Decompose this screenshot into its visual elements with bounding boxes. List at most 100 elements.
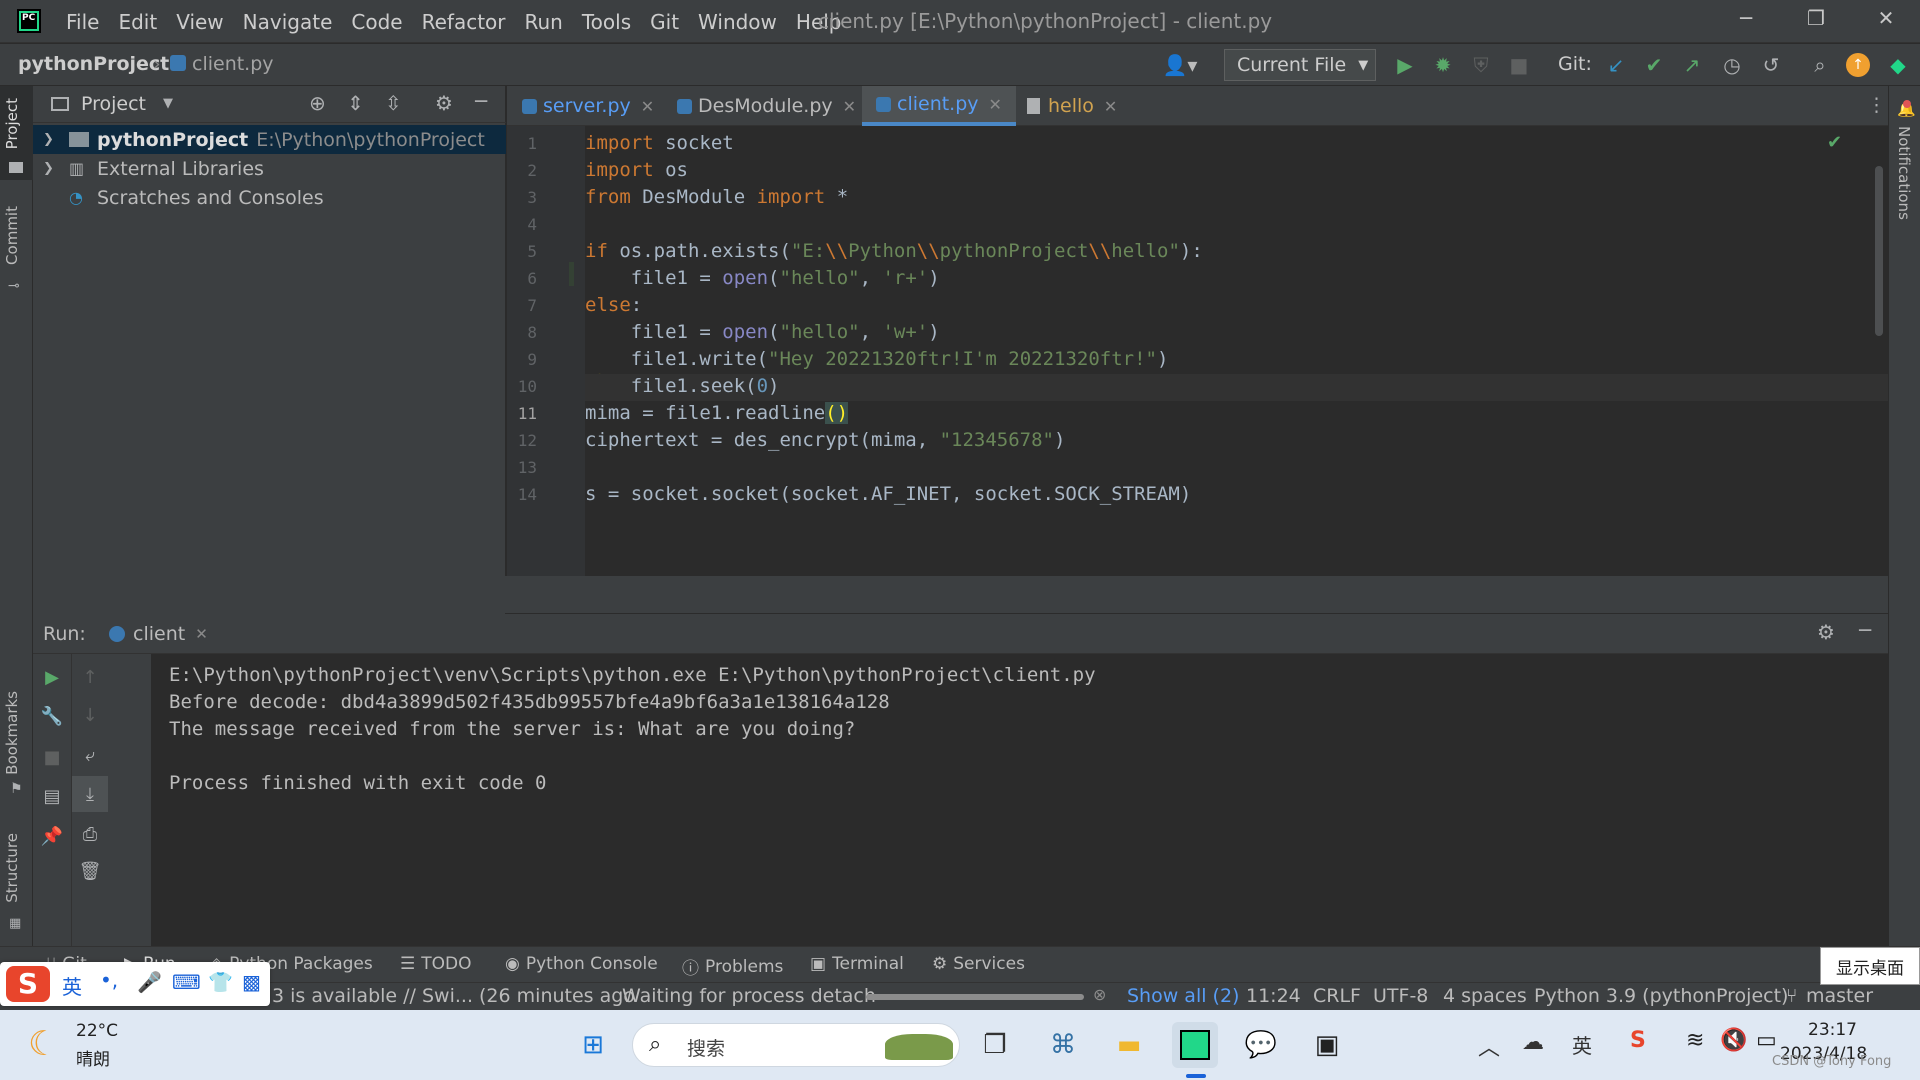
pin-icon[interactable]: 📌 [37,821,67,851]
breadcrumb-file[interactable]: client.py [192,53,274,75]
run-tab-client[interactable]: client ✕ [109,614,208,654]
indent-setting[interactable]: 4 spaces [1443,985,1527,1007]
git-update-icon[interactable]: ↙ [1602,51,1630,79]
tool-tab-python-console[interactable]: ◉ Python Console [505,954,658,974]
project-tool-button[interactable]: Project [3,98,21,149]
rollback-icon[interactable]: ↺ [1757,51,1785,79]
expand-all-icon[interactable]: ⇕ [347,91,364,115]
show-all-link[interactable]: Show all (2) [1127,985,1239,1007]
update-icon[interactable]: ↑ [1846,53,1870,77]
inspection-ok-icon[interactable]: ✔ [1827,132,1842,153]
coverage-icon[interactable]: ⛨ [1467,51,1495,79]
editor-scrollbar[interactable] [1875,166,1883,336]
sogou-logo-icon[interactable]: S [6,966,50,1002]
menu-edit[interactable]: Edit [118,10,157,34]
chevron-right-icon[interactable]: ❯ [43,161,57,176]
up-arrow-icon[interactable]: ↑ [75,662,105,692]
wifi-icon[interactable]: ≋ [1686,1028,1704,1053]
run-configuration-select[interactable]: Current File ▼ [1224,49,1376,81]
sogou-tray-icon[interactable]: S [1630,1028,1646,1053]
scroll-to-end-icon[interactable]: ⤓ [72,776,108,812]
close-icon[interactable]: ✕ [195,625,208,643]
close-button[interactable]: ✕ [1866,6,1906,36]
caret-position[interactable]: 11:24 [1246,985,1301,1007]
tray-language[interactable]: 英 [1572,1030,1592,1059]
taskbar-search-box[interactable]: ⌕ 搜索 [632,1023,960,1067]
chevron-right-icon[interactable]: ❯ [43,132,57,147]
git-commit-icon[interactable]: ✔ [1640,51,1668,79]
weather-temperature[interactable]: 22°C [76,1021,118,1041]
tool-tab-terminal[interactable]: ▣ Terminal [810,954,904,974]
tab-client-py[interactable]: client.py ✕ [862,86,1016,126]
gear-icon[interactable]: ⚙ [1817,620,1835,644]
down-arrow-icon[interactable]: ↓ [75,700,105,730]
structure-tool-button[interactable]: Structure [3,833,21,903]
cloud-sync-icon[interactable]: ☁ [1522,1030,1544,1055]
python-interpreter[interactable]: Python 3.9 (pythonProject) [1534,985,1788,1007]
menu-view[interactable]: View [176,10,223,34]
breadcrumb-project[interactable]: pythonProject [18,53,169,75]
tab-server-py[interactable]: server.py ✕ [522,86,654,126]
layout-icon[interactable]: ▤ [37,781,67,811]
tool-tab-services[interactable]: ⚙ Services [932,954,1025,974]
rerun-icon[interactable]: ▶ [37,662,67,692]
menu-code[interactable]: Code [351,10,402,34]
panel-splitter[interactable] [33,576,1888,613]
user-icon[interactable]: 👤▾ [1160,51,1200,79]
restore-button[interactable]: ❐ [1796,6,1836,36]
keyboard-icon[interactable]: ⌨ [172,970,201,994]
menu-window[interactable]: Window [698,10,777,34]
microphone-icon[interactable]: 🎤 [137,970,162,994]
menu-refactor[interactable]: Refactor [422,10,506,34]
chevron-down-icon[interactable]: ▼ [163,96,173,111]
skin-icon[interactable]: 👕 [208,970,233,994]
code-area[interactable]: import socket import os from DesModule i… [585,126,1888,576]
menu-tools[interactable]: Tools [582,10,631,34]
task-view-icon[interactable]: ❐ [972,1022,1018,1068]
tree-item-external-libraries[interactable]: ❯ ▥ External Libraries [33,154,506,183]
chevron-up-icon[interactable]: ︿ [1478,1030,1500,1062]
file-encoding[interactable]: UTF-8 [1373,985,1428,1007]
project-view-label[interactable]: Project [81,93,146,115]
speaker-muted-icon[interactable]: 🔇 [1720,1028,1747,1053]
gear-icon[interactable]: ⚙ [435,91,453,115]
windows-start-icon[interactable]: ⊞ [570,1022,616,1068]
ime-language[interactable]: 英 [62,971,82,1000]
punctuation-icon[interactable]: •, [100,968,118,992]
trash-icon[interactable]: 🗑 [75,856,105,886]
menu-file[interactable]: File [66,10,99,34]
terminal-app-icon[interactable]: ▣ [1304,1022,1350,1068]
wrench-icon[interactable]: 🔧 [37,701,67,731]
minimize-button[interactable]: ─ [1726,6,1766,36]
locate-icon[interactable]: ⊕ [309,91,326,115]
pycharm-taskbar-icon[interactable] [1172,1022,1218,1068]
console-output[interactable]: E:\Python\pythonProject\venv\Scripts\pyt… [151,654,1888,946]
cancel-process-icon[interactable]: ⊗ [1093,985,1106,1004]
clock-time[interactable]: 23:17 [1808,1020,1857,1040]
close-icon[interactable]: ✕ [1104,97,1117,116]
soft-wrap-icon[interactable]: ⤶ [75,740,105,770]
tool-tab-todo[interactable]: ☰ TODO [400,954,472,974]
hide-panel-icon[interactable]: ─ [1859,618,1871,642]
more-tabs-icon[interactable]: ⋮ [1867,94,1886,116]
file-explorer-icon[interactable]: ▬ [1106,1022,1152,1068]
bookmarks-tool-button[interactable]: Bookmarks [3,691,21,775]
line-separator[interactable]: CRLF [1313,985,1361,1007]
menu-git[interactable]: Git [650,10,679,34]
code-with-me-icon[interactable]: ◆ [1884,51,1912,79]
menu-navigate[interactable]: Navigate [243,10,333,34]
git-branch[interactable]: master [1806,985,1873,1007]
commit-tool-button[interactable]: Commit [3,206,21,265]
run-icon[interactable]: ▶ [1391,51,1419,79]
stop-icon[interactable]: ■ [37,742,67,772]
tree-item-scratches[interactable]: ◔ Scratches and Consoles [33,183,506,212]
close-icon[interactable]: ✕ [843,97,856,116]
search-icon[interactable]: ⌕ [1806,51,1834,79]
status-message[interactable]: 3 is available // Swi... (26 minutes ago [272,985,635,1007]
stop-icon[interactable]: ■ [1505,51,1533,79]
weather-description[interactable]: 晴朗 [76,1045,110,1070]
battery-icon[interactable]: ▭ [1756,1028,1777,1053]
debug-icon[interactable]: ✹ [1429,51,1457,79]
wechat-icon[interactable]: 💬 [1238,1022,1284,1068]
notifications-tool-button[interactable]: Notifications [1895,126,1913,220]
